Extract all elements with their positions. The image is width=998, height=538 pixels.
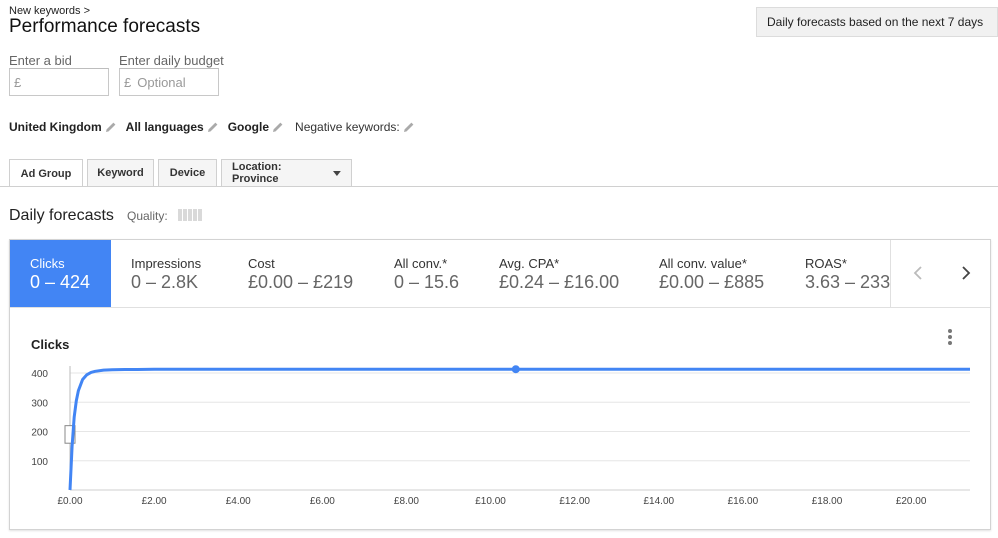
target-location[interactable]: United Kingdom (9, 120, 117, 134)
quality-label: Quality: (127, 209, 168, 223)
bid-input[interactable]: £ (9, 68, 109, 96)
y-tick-label: 300 (31, 398, 48, 409)
bid-label: Enter a bid (9, 53, 72, 68)
chart-title: Clicks (31, 337, 69, 352)
target-location-label: United Kingdom (9, 120, 102, 134)
x-tick-label: £6.00 (310, 496, 335, 507)
x-tick-label: £0.00 (57, 496, 82, 507)
negative-keywords-label: Negative keywords: (295, 120, 400, 134)
chart-series (64, 365, 970, 491)
y-tick-label: 200 (31, 428, 48, 439)
x-tick-label: £14.00 (643, 496, 674, 507)
budget-input[interactable]: £ Optional (119, 68, 219, 96)
tab-label: Device (169, 167, 206, 179)
tab-keyword[interactable]: Keyword (87, 159, 154, 186)
x-tick-label: £12.00 (559, 496, 590, 507)
pencil-icon[interactable] (272, 121, 284, 133)
forecast-card: Clicks 0 – 424 Impressions 0 – 2.8K Cost… (9, 239, 991, 530)
clicks-chart: Clicks 100 200 300 400 £0.00 £2.00 £4.00 £6.00 £… (31, 329, 970, 507)
section-title: Daily forecasts (9, 207, 114, 224)
series-point-marker (511, 365, 520, 374)
tab-device[interactable]: Device (158, 159, 217, 186)
y-tick-label: 400 (31, 369, 48, 380)
y-tick-label: 100 (31, 457, 48, 468)
forecast-range-button[interactable]: Daily forecasts based on the next 7 days (756, 7, 998, 37)
target-network-label: Google (227, 120, 270, 134)
tab-location-province[interactable]: Location: Province (221, 159, 352, 186)
segment-tabs: Ad Group Keyword Device Location: Provin… (9, 159, 356, 187)
target-language-label: All languages (125, 120, 204, 134)
forecast-range-label: Daily forecasts based on the next 7 days (767, 15, 984, 29)
pencil-icon[interactable] (207, 121, 219, 133)
x-tick-label: £2.00 (142, 496, 167, 507)
bid-currency: £ (14, 74, 22, 90)
series-line-clicks (68, 367, 970, 491)
target-language[interactable]: All languages (126, 120, 219, 134)
x-tick-label: £10.00 (475, 496, 506, 507)
targeting-bar: United Kingdom All languages Google Nega… (9, 119, 424, 135)
target-network[interactable]: Google (228, 120, 284, 134)
caret-down-icon (333, 170, 341, 176)
x-tick-label: £4.00 (226, 496, 251, 507)
chart-grid (70, 372, 970, 491)
budget-placeholder: Optional (137, 74, 186, 90)
x-tick-label: £18.00 (812, 496, 843, 507)
quality-indicator (178, 209, 203, 221)
x-tick-label: £16.00 (728, 496, 759, 507)
tab-label: Ad Group (20, 167, 72, 180)
x-tick-label: £8.00 (394, 496, 419, 507)
tabs-divider (0, 186, 998, 187)
chart-ticks: 100 200 300 400 £0.00 £2.00 £4.00 £6.00 £8.00 £10… (31, 369, 927, 507)
budget-currency: £ (124, 74, 132, 90)
tab-label: Keyword (97, 167, 144, 179)
tab-label: Location: Province (232, 161, 282, 185)
pencil-icon[interactable] (105, 121, 117, 133)
tab-ad-group[interactable]: Ad Group (9, 159, 83, 187)
x-tick-label: £20.00 (896, 496, 927, 507)
target-negative-keywords[interactable]: Negative keywords: (295, 120, 415, 134)
more-vert-icon[interactable] (948, 329, 952, 345)
budget-label: Enter daily budget (119, 53, 224, 68)
page-title: Performance forecasts (9, 16, 201, 37)
pencil-icon[interactable] (403, 121, 415, 133)
